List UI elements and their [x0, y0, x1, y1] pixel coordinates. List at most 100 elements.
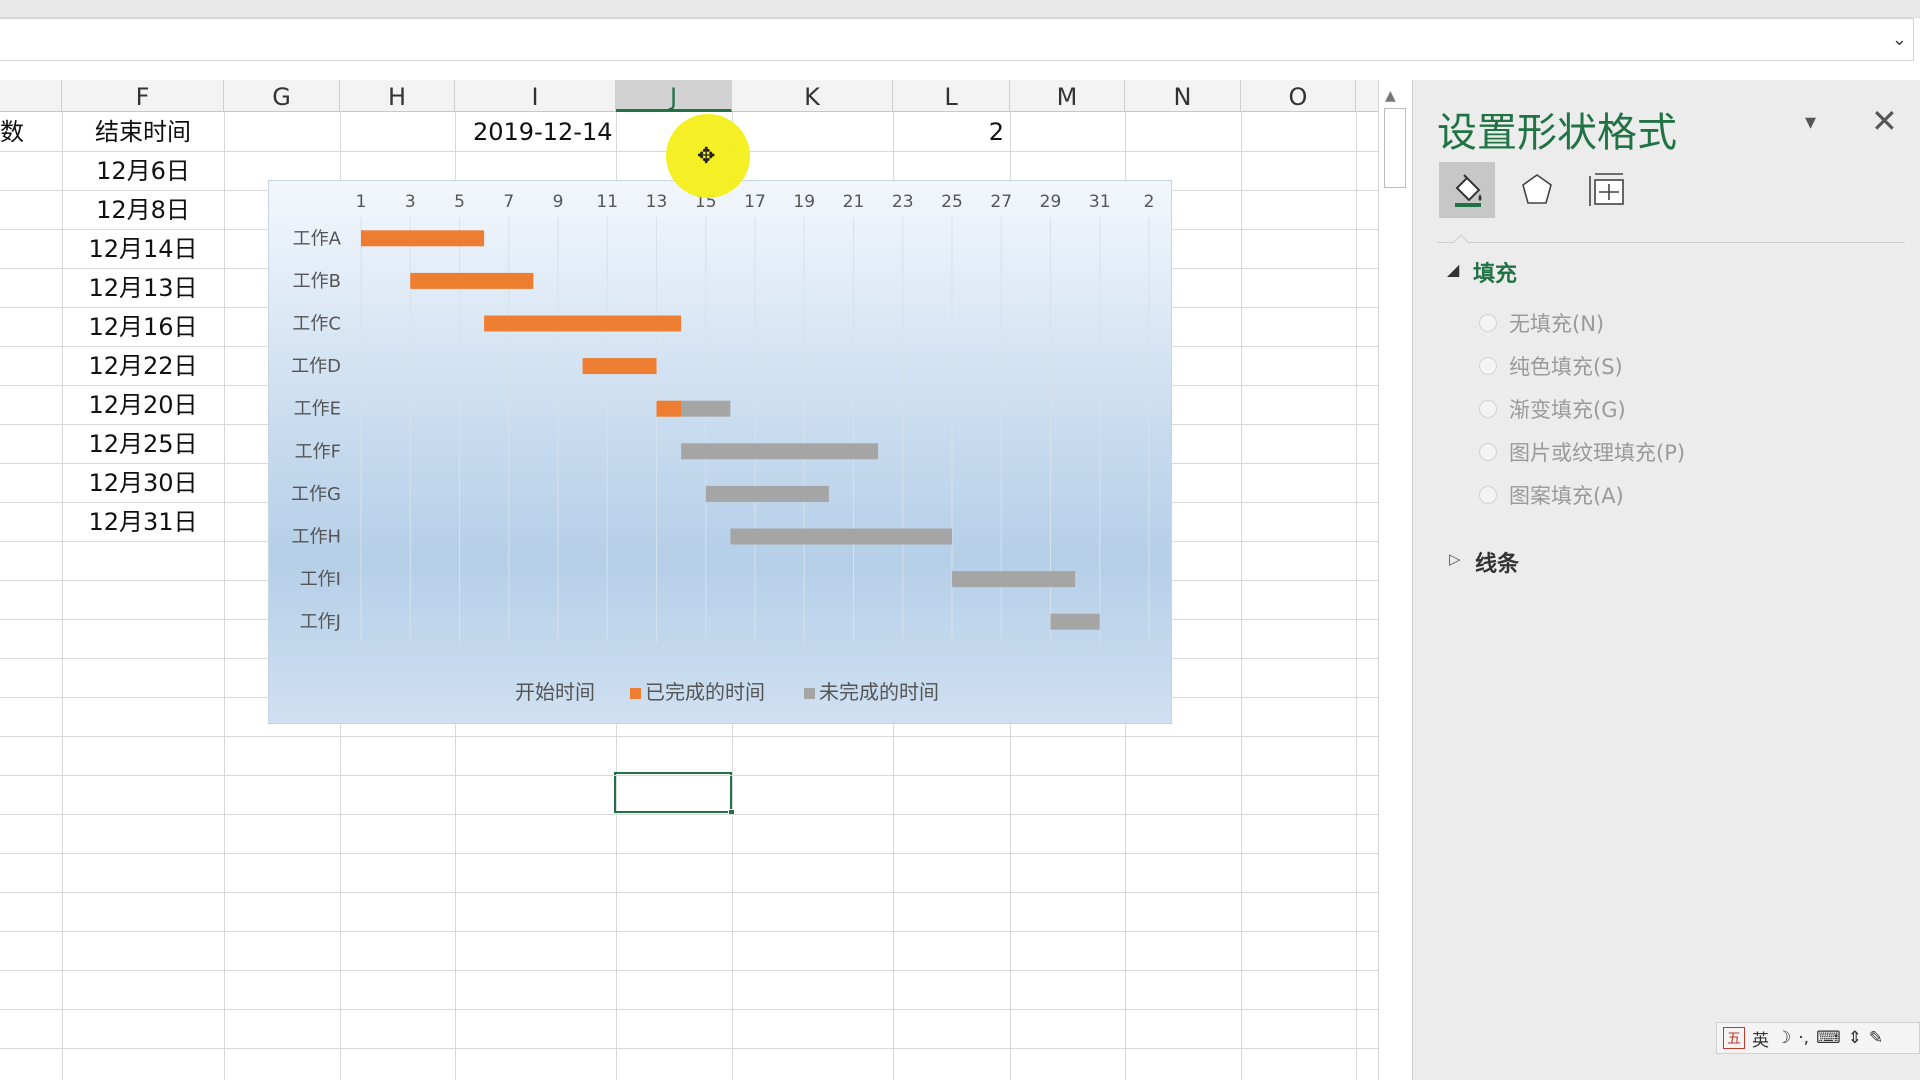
radio-circle-icon[interactable]: [1479, 443, 1497, 461]
radio-circle-icon[interactable]: [1479, 357, 1497, 375]
pane-divider: [1437, 242, 1905, 243]
column-header-K[interactable]: K: [732, 80, 893, 112]
pane-close-icon[interactable]: ✕: [1871, 102, 1898, 140]
x-tick-label: 3: [405, 192, 416, 212]
spacer: [0, 62, 1920, 80]
column-header-O[interactable]: O: [1241, 80, 1356, 112]
ime-settings-icon[interactable]: ✎: [1869, 1028, 1883, 1048]
column-header-M[interactable]: M: [1010, 80, 1125, 112]
end-date-cell[interactable]: 12月30日: [62, 463, 224, 501]
gridline: [0, 853, 1378, 854]
y-category-label: 工作I: [300, 569, 341, 590]
ime-wubi-icon[interactable]: 五: [1723, 1027, 1745, 1049]
x-tick-label: 27: [990, 192, 1012, 212]
column-header-L[interactable]: L: [893, 80, 1010, 112]
legend-label-incomplete: 未完成的时间: [819, 680, 939, 704]
active-cell-selection[interactable]: [614, 772, 735, 816]
column-header-partial[interactable]: [0, 80, 62, 112]
y-category-label: 工作G: [291, 484, 341, 505]
radio-label: 纯色填充(S): [1509, 355, 1623, 379]
end-date-cell[interactable]: 12月8日: [62, 190, 224, 228]
column-header-G[interactable]: G: [224, 80, 340, 112]
radio-picture-fill[interactable]: 图片或纹理填充(P): [1479, 437, 1685, 467]
scroll-up-arrow-icon[interactable]: ▲: [1385, 88, 1396, 104]
move-cursor-icon: ✥: [697, 144, 716, 169]
pane-options-dropdown-icon[interactable]: ▾: [1805, 110, 1816, 135]
completed-bar: [361, 230, 485, 247]
y-category-label: 工作H: [291, 527, 341, 548]
format-shape-pane: 设置形状格式 ▾ ✕ ◢ 填充 无填充(N) 纯色填充(S) 渐变填充(G) 图…: [1412, 80, 1920, 1080]
completed-bar: [410, 272, 534, 289]
radio-pattern-fill[interactable]: 图案填充(A): [1479, 480, 1624, 510]
gridline: [224, 112, 225, 1080]
collapse-triangle-icon[interactable]: ◢: [1447, 260, 1459, 279]
end-date-cell[interactable]: 12月6日: [62, 151, 224, 189]
vertical-scrollbar[interactable]: ▲: [1378, 80, 1412, 1080]
end-date-cell[interactable]: 12月13日: [62, 268, 224, 306]
end-date-cell[interactable]: 12月20日: [62, 385, 224, 423]
size-properties-icon: [1589, 173, 1624, 206]
radio-circle-icon[interactable]: [1479, 486, 1497, 504]
line-section-header[interactable]: 线条: [1475, 546, 1519, 578]
radio-label: 无填充(N): [1509, 312, 1605, 336]
incomplete-bar: [730, 528, 952, 545]
column-header-J[interactable]: J: [616, 80, 732, 112]
column-header-I[interactable]: I: [455, 80, 616, 112]
radio-solid-fill[interactable]: 纯色填充(S): [1479, 351, 1623, 381]
ime-moon-icon[interactable]: ☽: [1776, 1028, 1791, 1048]
incomplete-bar: [681, 400, 731, 417]
radio-label: 图片或纹理填充(P): [1509, 441, 1686, 465]
incomplete-bar: [705, 485, 829, 502]
cell-F1[interactable]: 结束时间: [62, 112, 224, 150]
end-date-cell[interactable]: 12月25日: [62, 424, 224, 462]
gridline: [0, 970, 1378, 971]
ime-width-icon[interactable]: ⇕: [1848, 1028, 1862, 1048]
fill-line-tab[interactable]: [1439, 162, 1495, 218]
legend-swatch-completed: [630, 688, 641, 699]
x-tick-label: 13: [646, 192, 668, 212]
incomplete-bar: [681, 443, 879, 460]
ime-keyboard-icon[interactable]: ⌨: [1816, 1028, 1841, 1048]
formula-bar[interactable]: ⌄: [0, 18, 1914, 61]
end-date-cell[interactable]: 12月14日: [62, 229, 224, 267]
column-header-H[interactable]: H: [340, 80, 455, 112]
excel-window: ⌄ F G H I J K L M N O 数 结束时间 2019-12-14 …: [0, 0, 1920, 1080]
x-tick-label: 9: [553, 192, 564, 212]
cell-L1[interactable]: 2: [893, 112, 1010, 150]
y-category-label: 工作C: [292, 314, 341, 335]
ime-toolbar[interactable]: 五 英 ☽ ·, ⌨ ⇕ ✎: [1716, 1022, 1920, 1054]
completed-bar: [582, 358, 657, 375]
column-header-F[interactable]: F: [62, 80, 224, 112]
end-date-cell[interactable]: 12月22日: [62, 346, 224, 384]
gantt-chart[interactable]: 1 3 5 7 9 11 13 15 17 19 21 23 25 27 29 31 2 工作A 工作B 工作C 工作D…: [268, 180, 1172, 724]
fill-section-header[interactable]: 填充: [1473, 256, 1517, 288]
effects-tab[interactable]: [1509, 162, 1565, 218]
radio-circle-icon[interactable]: [1479, 400, 1497, 418]
x-tick-label: 5: [454, 192, 465, 212]
column-header-N[interactable]: N: [1125, 80, 1241, 112]
radio-no-fill[interactable]: 无填充(N): [1479, 308, 1604, 338]
end-date-cell[interactable]: 12月16日: [62, 307, 224, 345]
x-tick-label: 7: [503, 192, 514, 212]
end-date-cell[interactable]: 12月31日: [62, 502, 224, 540]
cell-I1[interactable]: 2019-12-14: [455, 112, 616, 150]
gridline: [0, 1009, 1378, 1010]
expand-triangle-icon[interactable]: ▷: [1449, 550, 1461, 568]
scroll-thumb[interactable]: [1384, 108, 1406, 188]
y-category-label: 工作F: [295, 441, 341, 462]
x-tick-label: 1: [356, 192, 367, 212]
legend-swatch-incomplete: [804, 688, 815, 699]
cell-partial-header[interactable]: 数: [0, 112, 60, 150]
ime-punctuation-icon[interactable]: ·,: [1798, 1028, 1809, 1048]
y-category-label: 工作E: [294, 399, 341, 420]
incomplete-bar: [952, 571, 1076, 588]
size-properties-tab[interactable]: [1579, 162, 1635, 218]
y-category-label: 工作A: [293, 228, 342, 249]
y-category-label: 工作B: [293, 271, 341, 292]
radio-circle-icon[interactable]: [1479, 314, 1497, 332]
ime-language-toggle[interactable]: 英: [1752, 1026, 1769, 1051]
expand-formula-bar-icon[interactable]: ⌄: [1892, 29, 1907, 50]
x-tick-label: 29: [1040, 192, 1062, 212]
radio-gradient-fill[interactable]: 渐变填充(G): [1479, 394, 1626, 424]
column-header-row: F G H I J K L M N O: [0, 80, 1378, 112]
